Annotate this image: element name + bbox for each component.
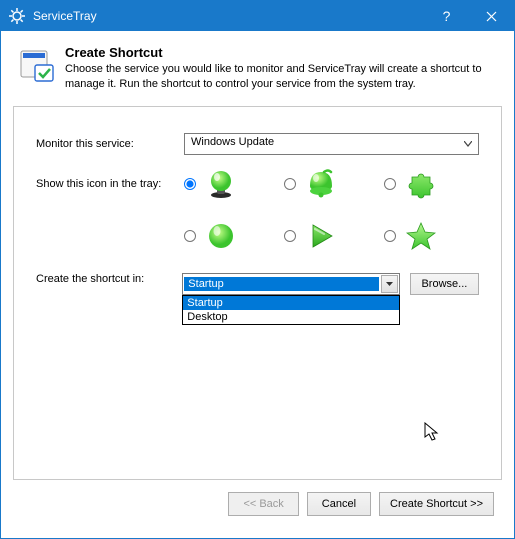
icon-option-circle[interactable] [184, 221, 236, 251]
chevron-down-icon[interactable] [381, 275, 398, 293]
service-label: Monitor this service: [36, 138, 184, 150]
cancel-button[interactable]: Cancel [307, 492, 371, 516]
app-gear-icon [9, 8, 25, 24]
bell-icon [306, 169, 336, 199]
icon-radio-puzzle[interactable] [384, 178, 396, 190]
back-button: << Back [228, 492, 298, 516]
icon-radio-lamp[interactable] [184, 178, 196, 190]
icon-radio-play[interactable] [284, 230, 296, 242]
tray-icon-label: Show this icon in the tray: [36, 178, 184, 190]
content-area: Create Shortcut Choose the service you w… [1, 31, 514, 538]
location-selected-value: Startup [184, 277, 378, 291]
star-icon [406, 221, 436, 251]
app-window: ServiceTray ? Create Shortcut Choose the… [0, 0, 515, 539]
icon-option-bell[interactable] [284, 169, 336, 199]
location-dropdown-list: Startup Desktop [182, 295, 399, 325]
icon-option-lamp[interactable] [184, 169, 236, 199]
page-header: Create Shortcut Choose the service you w… [9, 39, 506, 102]
wizard-footer: << Back Cancel Create Shortcut >> [9, 488, 506, 530]
window-title: ServiceTray [33, 9, 424, 23]
page-title: Create Shortcut [65, 45, 496, 60]
icon-radio-circle[interactable] [184, 230, 196, 242]
titlebar: ServiceTray ? [1, 1, 514, 31]
location-combobox[interactable]: Startup Startup Desktop [182, 273, 399, 295]
shortcut-wizard-icon [19, 47, 55, 83]
circle-icon [206, 221, 236, 251]
icon-radio-bell[interactable] [284, 178, 296, 190]
location-option[interactable]: Desktop [183, 310, 398, 324]
icon-radio-star[interactable] [384, 230, 396, 242]
mouse-cursor-icon [424, 422, 440, 442]
location-label: Create the shortcut in: [36, 273, 182, 285]
icon-option-puzzle[interactable] [384, 169, 436, 199]
close-button[interactable] [469, 1, 514, 31]
create-shortcut-button[interactable]: Create Shortcut >> [379, 492, 494, 516]
service-select[interactable]: Windows Update [184, 133, 479, 155]
location-option[interactable]: Startup [183, 296, 398, 310]
help-button[interactable]: ? [424, 1, 469, 31]
page-description: Choose the service you would like to mon… [65, 62, 496, 92]
icon-option-play[interactable] [284, 221, 336, 251]
browse-button[interactable]: Browse... [410, 273, 479, 295]
puzzle-icon [406, 169, 436, 199]
lamp-icon [206, 169, 236, 199]
play-icon [306, 221, 336, 251]
form-panel: Monitor this service: Windows Update Sho… [13, 106, 502, 480]
icon-option-star[interactable] [384, 221, 436, 251]
